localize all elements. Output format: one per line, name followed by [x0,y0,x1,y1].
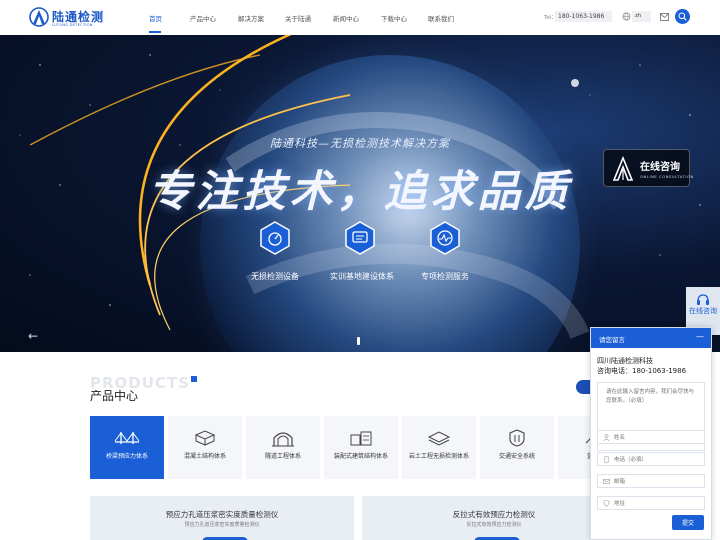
monitor-icon [430,221,460,255]
submit-button[interactable]: 提交 [672,515,704,530]
message-panel-header: 请您留言 — [591,328,711,348]
email-field[interactable] [597,474,705,488]
feature-label: 实训基地建设体系 [330,272,394,281]
nav-active-indicator [149,31,161,33]
category-geotechnical[interactable]: 岩土工程无损检测体系 [402,416,476,479]
product-title: 反拉式有效预应力检测仪 [452,510,536,519]
shield-icon [509,429,525,447]
pagination-dot[interactable] [357,337,360,345]
category-traffic-safety[interactable]: 交通安全系统 [480,416,554,479]
nav-products[interactable]: 产品中心 [190,13,216,23]
concrete-blocks-icon [194,430,216,446]
bridge-icon [114,432,140,444]
name-field[interactable] [597,430,705,444]
nav-solutions[interactable]: 解决方案 [238,13,264,23]
category-bridge-prestress[interactable]: 桥梁预应力体系 [90,416,164,479]
building-icon [350,431,372,446]
gauge-icon [260,221,290,255]
nav-home[interactable]: 首页 [149,13,162,23]
nav-about[interactable]: 关于陆通 [285,13,311,23]
category-concrete-structure[interactable]: 混凝土结构体系 [168,416,242,479]
name-input[interactable] [614,432,702,443]
user-icon [603,434,610,441]
product-subtitle: 反拉式有效预应力检测仪 [466,522,522,528]
product-title: 预应力孔道压浆密实度质量检测仪 [165,510,279,519]
product-card-prestress-tester[interactable]: 反拉式有效预应力检测仪 反拉式有效预应力检测仪 [362,496,626,540]
category-label: 隧道工程体系 [264,453,301,460]
phone-input[interactable] [614,454,702,465]
logo-text-en: LUTONG DETECTION [52,23,93,27]
banner-prev-arrow[interactable]: ← [28,329,38,343]
language-select[interactable]: zh [632,11,651,22]
site-logo[interactable]: 陆通检测 LUTONG DETECTION [29,7,103,29]
site-header: 陆通检测 LUTONG DETECTION 首页 产品中心 解决方案 关于陆通 … [0,0,720,35]
globe-icon [622,12,631,21]
category-label: 桥梁预应力体系 [105,453,148,460]
feature-label: 无损检测设备 [251,272,299,281]
email-input[interactable] [614,476,702,487]
category-prefab-building[interactable]: 装配式建筑结构体系 [324,416,398,479]
location-icon [603,500,610,507]
products-section-title: 产品中心 [90,389,139,403]
mail-icon[interactable] [660,13,669,21]
product-subtitle: 预应力孔道压浆密实度质量检测仪 [184,522,260,528]
product-card-grouting-tester[interactable]: 预应力孔道压浆密实度质量检测仪 预应力孔道压浆密实度质量检测仪 [90,496,354,540]
category-label: 装配式建筑结构体系 [333,453,388,460]
online-consult-button[interactable]: 在线咨询 ONLINE CONSULTATION [603,149,693,187]
category-label: 岩土工程无损检测体系 [408,453,469,460]
logo-mark-icon [29,7,49,27]
nav-news[interactable]: 新闻中心 [333,13,359,23]
layers-icon [427,431,451,446]
category-label: 交通安全系统 [498,453,535,460]
nav-contact[interactable]: 联系我们 [428,13,454,23]
company-name: 四川陆通检测科技 [597,357,653,365]
chat-icon [345,221,375,255]
phone-icon [604,456,609,463]
address-input[interactable] [614,498,702,509]
phone-field[interactable] [597,452,705,466]
tel-number: 180-1063-1986 [555,11,612,22]
side-consult-label: 在线咨询 [689,307,717,315]
minimize-button[interactable]: — [696,332,704,341]
online-consult-label-en: ONLINE CONSULTATION [640,174,694,179]
hero-banner: 陆通科技—无损检测技术解决方案 专注技术，追求品质 无损检测设备 实训基地建设体… [0,35,720,352]
mail-icon [603,478,610,485]
nav-downloads[interactable]: 下载中心 [381,13,407,23]
category-tunnel[interactable]: 隧道工程体系 [246,416,320,479]
category-label: 混凝土结构体系 [183,453,226,460]
feature-label: 专项检测服务 [421,272,469,281]
message-panel-title: 请您留言 [599,336,625,344]
online-consult-label: 在线咨询 [640,162,680,173]
search-button[interactable] [675,9,690,24]
headset-icon [697,294,709,305]
search-icon [678,12,687,21]
message-panel: 请您留言 — 四川陆通检测科技 咨询电话：180-1063-1986 [590,327,712,540]
feature-special-testing[interactable]: 专项检测服务 [415,221,475,282]
consult-logo-icon [612,156,634,181]
consult-phone: 咨询电话：180-1063-1986 [597,367,687,375]
address-field[interactable] [597,496,705,510]
title-decoration [191,376,197,382]
feature-ndt-equipment[interactable]: 无损检测设备 [245,221,305,282]
banner-pagination [357,330,360,349]
feature-training-base[interactable]: 实训基地建设体系 [330,221,394,282]
tunnel-icon [272,432,294,447]
